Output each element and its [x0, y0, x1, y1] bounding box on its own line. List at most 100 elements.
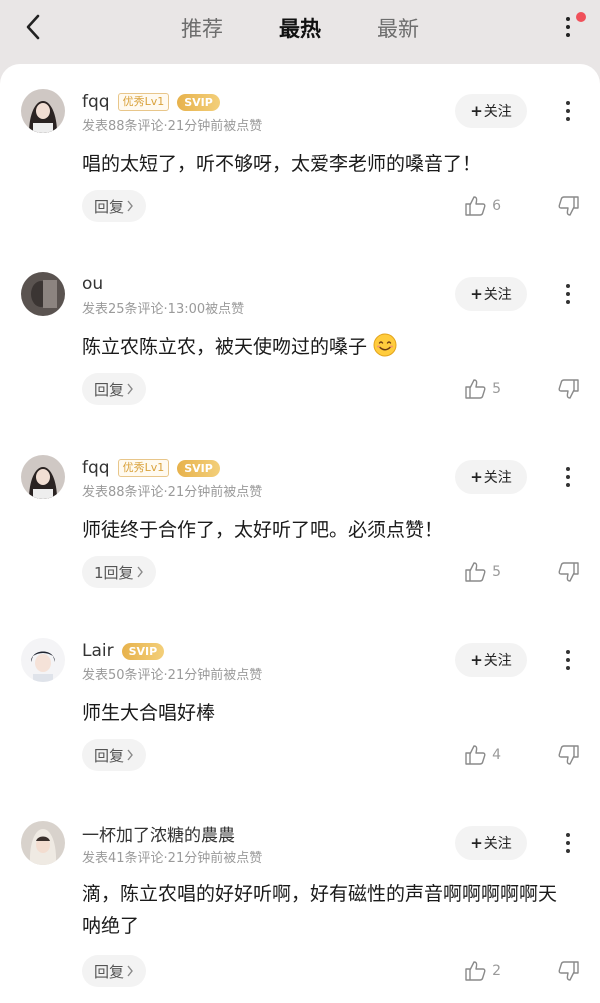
notification-dot — [576, 12, 586, 22]
dot-icon — [566, 17, 570, 21]
like-count: 2 — [492, 963, 501, 979]
follow-label: 关注 — [483, 653, 512, 669]
level-badge: 优秀Lv1 — [117, 93, 170, 111]
like-button[interactable]: 5 — [464, 379, 501, 399]
user-avatar[interactable] — [21, 272, 65, 316]
comment-meta: 发表25条评论·13:00被点赞 — [82, 302, 245, 317]
dot-icon — [566, 25, 570, 29]
thumbs-down-icon — [558, 961, 579, 981]
more-options-button[interactable] — [558, 10, 578, 44]
reply-label: 1回复 — [94, 563, 134, 582]
comment-meta: 发表88条评论·21分钟前被点赞 — [82, 119, 263, 134]
follow-button[interactable]: + 关注 — [455, 643, 527, 677]
user-info-row: Lair SVIP — [82, 640, 165, 662]
svip-badge: SVIP — [177, 459, 220, 477]
like-button[interactable]: 2 — [464, 961, 501, 981]
comment-item: Lair SVIP 发表50条评论·21分钟前被点赞 + 关注 师生大合唱好棒 回… — [0, 613, 600, 795]
comment-more-button[interactable] — [562, 830, 574, 856]
thumbs-up-icon — [465, 562, 486, 582]
username[interactable]: fqq — [82, 92, 110, 112]
like-count: 6 — [492, 198, 501, 214]
follow-label: 关注 — [483, 470, 512, 486]
thumbs-down-icon — [558, 562, 579, 582]
reply-button[interactable]: 1回复 — [82, 556, 156, 588]
follow-button[interactable]: + 关注 — [455, 826, 527, 860]
comment-text: 唱的太短了，听不够呀，太爱李老师的嗓音了！ — [82, 153, 482, 175]
follow-label: 关注 — [483, 104, 512, 120]
level-badge: 优秀Lv1 — [117, 459, 170, 477]
boy-portrait-avatar-icon — [21, 638, 65, 682]
user-info-row: ou — [82, 273, 103, 295]
comment-text: 滴，陈立农唱的好好听啊，好有磁性的声音啊啊啊啊啊天呐绝了 — [82, 883, 558, 937]
comment-item: fqq 优秀Lv1 SVIP 发表88条评论·21分钟前被点赞 + 关注 师徒终于… — [0, 430, 600, 612]
follow-label: 关注 — [483, 836, 512, 852]
follow-button[interactable]: + 关注 — [455, 94, 527, 128]
username[interactable]: ou — [82, 274, 103, 294]
user-info-row: fqq 优秀Lv1 SVIP — [82, 91, 220, 113]
chevron-right-icon — [127, 383, 133, 395]
comment-more-button[interactable] — [562, 98, 574, 124]
sort-tabs: 推荐 最热 最新 — [0, 0, 600, 56]
svip-badge: SVIP — [121, 642, 165, 660]
plus-icon: + — [470, 285, 483, 303]
comment-more-button[interactable] — [562, 647, 574, 673]
chevron-right-icon — [127, 200, 133, 212]
tab-hottest[interactable]: 最热 — [279, 13, 321, 43]
reply-label: 回复 — [94, 746, 125, 765]
like-button[interactable]: 5 — [464, 562, 501, 582]
reply-button[interactable]: 回复 — [82, 955, 147, 987]
top-navigation-bar: 推荐 最热 最新 — [0, 0, 600, 64]
comment-meta: 发表88条评论·21分钟前被点赞 — [82, 485, 263, 500]
follow-label: 关注 — [483, 287, 512, 303]
comment-meta: 发表41条评论·21分钟前被点赞 — [82, 851, 263, 866]
dark-photo-avatar-icon — [21, 272, 65, 316]
thumbs-down-icon — [558, 379, 579, 399]
smiling-face-emoji-icon — [373, 333, 397, 357]
comment-list-sheet: fqq 优秀Lv1 SVIP 发表88条评论·21分钟前被点赞 + 关注 唱的太短… — [0, 64, 600, 1003]
chevron-right-icon — [127, 749, 133, 761]
comment-item: fqq 优秀Lv1 SVIP 发表88条评论·21分钟前被点赞 + 关注 唱的太短… — [0, 64, 600, 246]
comment-meta: 发表50条评论·21分钟前被点赞 — [82, 668, 263, 683]
follow-button[interactable]: + 关注 — [455, 277, 527, 311]
dot-icon — [566, 33, 570, 37]
username[interactable]: Lair — [82, 641, 114, 661]
dislike-button[interactable] — [558, 379, 580, 403]
thumbs-down-icon — [558, 196, 579, 216]
follow-button[interactable]: + 关注 — [455, 460, 527, 494]
comment-text: 师生大合唱好棒 — [82, 702, 216, 724]
dislike-button[interactable] — [558, 745, 580, 769]
reply-label: 回复 — [94, 197, 125, 216]
comment-text: 师徒终于合作了，太好听了吧。必须点赞！ — [82, 519, 444, 541]
like-count: 5 — [492, 381, 501, 397]
username[interactable]: fqq — [82, 458, 110, 478]
reply-label: 回复 — [94, 962, 125, 981]
comment-item: ou 发表25条评论·13:00被点赞 + 关注 陈立农陈立农，被天使吻过的嗓子 … — [0, 247, 600, 429]
dislike-button[interactable] — [558, 196, 580, 220]
plus-icon: + — [470, 651, 483, 669]
like-button[interactable]: 4 — [464, 745, 501, 765]
username[interactable]: 一杯加了浓糖的農農 — [82, 821, 235, 846]
plus-icon: + — [470, 102, 483, 120]
thumbs-up-icon — [465, 745, 486, 765]
user-avatar[interactable] — [21, 455, 65, 499]
plus-icon: + — [470, 834, 483, 852]
comment-more-button[interactable] — [562, 464, 574, 490]
chevron-right-icon — [127, 965, 133, 977]
like-count: 5 — [492, 564, 501, 580]
reply-button[interactable]: 回复 — [82, 739, 147, 771]
comment-more-button[interactable] — [562, 281, 574, 307]
like-button[interactable]: 6 — [464, 196, 501, 216]
reply-button[interactable]: 回复 — [82, 190, 147, 222]
user-avatar[interactable] — [21, 821, 65, 865]
user-avatar[interactable] — [21, 638, 65, 682]
reply-button[interactable]: 回复 — [82, 373, 147, 405]
comment-item: 一杯加了浓糖的農農 发表41条评论·21分钟前被点赞 + 关注 滴，陈立农唱的好好… — [0, 796, 600, 1003]
tab-recommended[interactable]: 推荐 — [181, 13, 223, 43]
tab-newest[interactable]: 最新 — [377, 13, 419, 43]
girl-portrait-avatar-icon — [21, 89, 65, 133]
user-avatar[interactable] — [21, 89, 65, 133]
svip-badge: SVIP — [177, 93, 220, 111]
thumbs-up-icon — [465, 196, 486, 216]
dislike-button[interactable] — [558, 562, 580, 586]
dislike-button[interactable] — [558, 961, 580, 985]
